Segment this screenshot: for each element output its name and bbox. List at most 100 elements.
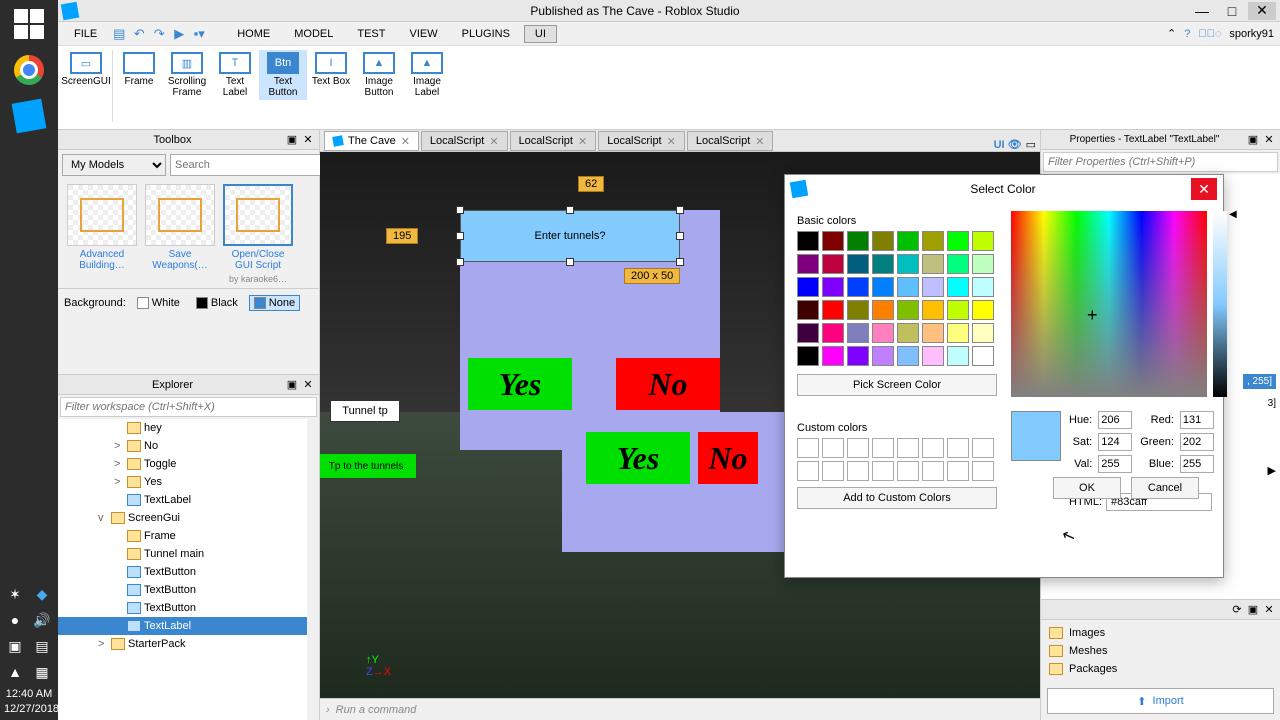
- basic-color-swatch[interactable]: [897, 346, 919, 366]
- basic-color-swatch[interactable]: [872, 346, 894, 366]
- ribbon-scrollingframe[interactable]: ▥Scrolling Frame: [163, 50, 211, 100]
- toolbox-search-input[interactable]: [170, 154, 322, 176]
- basic-color-swatch[interactable]: [797, 300, 819, 320]
- basic-color-swatch[interactable]: [922, 231, 944, 251]
- undock-icon[interactable]: ▣: [1246, 133, 1260, 147]
- basic-color-swatch[interactable]: [947, 300, 969, 320]
- tray-icon[interactable]: ●: [4, 609, 26, 631]
- ribbon-imagebutton[interactable]: ▲Image Button: [355, 50, 403, 100]
- basic-color-swatch[interactable]: [822, 323, 844, 343]
- color-value[interactable]: , 255]: [1243, 374, 1276, 389]
- tree-row[interactable]: TextButton: [58, 599, 319, 617]
- ribbon-textlabel[interactable]: TText Label: [211, 50, 259, 100]
- toolbox-item[interactable]: Save Weapons(…: [144, 184, 216, 284]
- collapse-ribbon-icon[interactable]: ⌃: [1167, 27, 1176, 40]
- green-input[interactable]: [1180, 433, 1214, 451]
- help-icon[interactable]: ?: [1184, 28, 1190, 40]
- tunnel-tp-button[interactable]: Tunnel tp: [330, 400, 400, 422]
- basic-color-swatch[interactable]: [972, 323, 994, 343]
- basic-color-swatch[interactable]: [922, 277, 944, 297]
- command-bar[interactable]: ›Run a command: [320, 698, 1040, 720]
- basic-color-swatch[interactable]: [972, 254, 994, 274]
- ribbon-screengui[interactable]: ▭ScreenGUI: [62, 50, 110, 89]
- basic-color-swatch[interactable]: [972, 346, 994, 366]
- ribbon-frame[interactable]: Frame: [115, 50, 163, 89]
- tree-row[interactable]: >Toggle: [58, 455, 319, 473]
- dropdown-icon[interactable]: ▪▾: [191, 26, 207, 42]
- basic-color-swatch[interactable]: [897, 323, 919, 343]
- roblox-studio-icon[interactable]: [5, 94, 53, 138]
- properties-filter-input[interactable]: [1043, 152, 1278, 172]
- close-panel-icon[interactable]: ✕: [301, 378, 315, 392]
- basic-color-swatch[interactable]: [797, 277, 819, 297]
- toolbox-category-select[interactable]: My Models: [62, 154, 166, 176]
- basic-color-swatch[interactable]: [872, 323, 894, 343]
- tab-ui[interactable]: UI: [524, 25, 557, 43]
- resize-handle[interactable]: [566, 206, 574, 214]
- basic-color-swatch[interactable]: [897, 254, 919, 274]
- basic-color-swatch[interactable]: [872, 277, 894, 297]
- resize-handle[interactable]: [566, 258, 574, 266]
- value-slider[interactable]: [1213, 211, 1227, 397]
- add-custom-color-button[interactable]: Add to Custom Colors: [797, 487, 997, 509]
- basic-color-swatch[interactable]: [947, 231, 969, 251]
- doc-tab[interactable]: LocalScript✕: [510, 131, 597, 151]
- tab-test[interactable]: TEST: [347, 26, 395, 42]
- basic-color-swatch[interactable]: [897, 231, 919, 251]
- tray-icon[interactable]: ▣: [4, 635, 26, 657]
- basic-color-swatch[interactable]: [847, 300, 869, 320]
- basic-color-swatch[interactable]: [947, 277, 969, 297]
- network-icon[interactable]: ▤: [31, 635, 53, 657]
- resize-handle[interactable]: [676, 258, 684, 266]
- basic-color-swatch[interactable]: [897, 277, 919, 297]
- asset-folder[interactable]: Packages: [1049, 660, 1272, 678]
- basic-color-swatch[interactable]: [897, 300, 919, 320]
- tab-home[interactable]: HOME: [227, 26, 280, 42]
- basic-color-swatch[interactable]: [847, 346, 869, 366]
- close-panel-icon[interactable]: ✕: [1262, 603, 1276, 617]
- selected-textlabel[interactable]: Enter tunnels?: [460, 210, 680, 262]
- blue-input[interactable]: [1180, 455, 1214, 473]
- bg-black[interactable]: Black: [191, 295, 243, 311]
- basic-color-swatch[interactable]: [847, 323, 869, 343]
- resize-handle[interactable]: [456, 258, 464, 266]
- undock-icon[interactable]: ▣: [285, 133, 299, 147]
- basic-color-swatch[interactable]: [822, 346, 844, 366]
- nav-arrow-icon[interactable]: ▶: [1268, 464, 1276, 477]
- tray-icon[interactable]: ▦: [31, 661, 53, 683]
- share-icon[interactable]: �េ: [1198, 28, 1221, 40]
- tree-row[interactable]: TextLabel: [58, 617, 319, 635]
- ribbon-textbutton[interactable]: BtnText Button: [259, 50, 307, 100]
- slider-arrow-icon[interactable]: ◀: [1229, 209, 1237, 220]
- basic-color-swatch[interactable]: [922, 300, 944, 320]
- tree-row[interactable]: TextLabel: [58, 491, 319, 509]
- resize-handle[interactable]: [456, 232, 464, 240]
- import-button[interactable]: ⬆Import: [1047, 688, 1274, 714]
- no-button[interactable]: No: [698, 432, 758, 484]
- chrome-icon[interactable]: [5, 48, 53, 92]
- play-icon[interactable]: ▶: [171, 26, 187, 42]
- yes-button[interactable]: Yes: [586, 432, 690, 484]
- close-button[interactable]: ✕: [1248, 2, 1276, 20]
- start-button[interactable]: [5, 2, 53, 46]
- minimize-button[interactable]: —: [1188, 2, 1216, 20]
- basic-color-swatch[interactable]: [872, 254, 894, 274]
- basic-color-swatch[interactable]: [972, 277, 994, 297]
- basic-color-swatch[interactable]: [872, 300, 894, 320]
- close-panel-icon[interactable]: ✕: [301, 133, 315, 147]
- doc-tab[interactable]: LocalScript✕: [687, 131, 774, 151]
- basic-color-swatch[interactable]: [972, 231, 994, 251]
- tree-row[interactable]: >StarterPack: [58, 635, 319, 653]
- basic-color-swatch[interactable]: [797, 231, 819, 251]
- red-input[interactable]: [1180, 411, 1214, 429]
- tray-icon[interactable]: ◆: [31, 583, 53, 605]
- bg-none[interactable]: None: [249, 295, 300, 311]
- color-gradient-picker[interactable]: +: [1011, 211, 1207, 397]
- basic-color-swatch[interactable]: [847, 254, 869, 274]
- basic-color-swatch[interactable]: [797, 323, 819, 343]
- val-input[interactable]: [1098, 455, 1132, 473]
- maximize-button[interactable]: □: [1218, 2, 1246, 20]
- explorer-filter-input[interactable]: [60, 397, 317, 417]
- refresh-icon[interactable]: ⟳: [1230, 603, 1244, 617]
- tree-row[interactable]: Tunnel main: [58, 545, 319, 563]
